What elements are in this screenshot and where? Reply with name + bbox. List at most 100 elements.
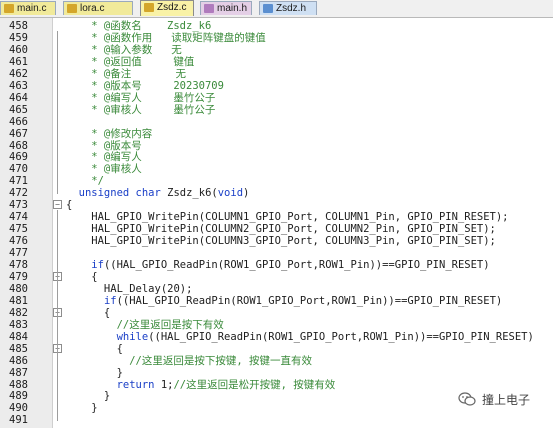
code-text: * @返回值 键值 — [66, 56, 194, 68]
code-line: 471 */ — [0, 175, 553, 187]
code-line: 484 while((HAL_GPIO_ReadPin(ROW1_GPIO_Po… — [0, 331, 553, 343]
code-token: HAL_GPIO_WritePin(COLUMN3_GPIO_Port, COL… — [66, 235, 496, 248]
code-line: 483 //这里返回是按下有效 — [0, 319, 553, 331]
watermark: 撞上电子 — [458, 390, 550, 410]
code-text: } — [66, 390, 110, 402]
code-token: } — [66, 366, 123, 379]
code-editor[interactable]: 458 * @函数名 Zsdz_k6 459 * @函数作用 读取矩阵键盘的键值 4… — [0, 18, 553, 428]
code-text: * @编写人 墨竹公子 — [66, 92, 215, 104]
line-number: 486 — [9, 354, 28, 367]
file-tab-4[interactable]: Zsdz.h — [259, 1, 317, 15]
line-number: 481 — [9, 294, 28, 307]
comment: * @函数作用 读取矩阵键盘的键值 — [66, 31, 266, 44]
fold-toggle-icon[interactable]: − — [53, 200, 62, 210]
comment: */ — [66, 175, 104, 188]
file-tab-label: Zsdz.h — [276, 3, 307, 14]
line-number: 463 — [9, 79, 28, 92]
code-line: 472 unsigned char Zsdz_k6(void) — [0, 187, 553, 199]
keyword: while — [116, 330, 149, 343]
code-text: * @版本号 20230709 — [66, 80, 224, 92]
code-token: { — [66, 342, 123, 355]
file-tab-0[interactable]: main.c — [0, 1, 56, 15]
code-line: 460 * @输入参数 无 — [0, 44, 553, 56]
code-text: HAL_GPIO_WritePin(COLUMN3_GPIO_Port, COL… — [66, 235, 496, 247]
code-text: unsigned char Zsdz_k6(void) — [66, 187, 250, 200]
line-number: 477 — [9, 247, 28, 260]
code-token: } — [66, 402, 98, 415]
code-text: */ — [66, 175, 104, 187]
comment: * @返回值 键值 — [66, 55, 195, 68]
code-text: * @编写人 — [66, 151, 142, 164]
line-number: 467 — [9, 127, 28, 140]
watermark-text: 撞上电子 — [482, 393, 531, 407]
code-token: HAL_GPIO_WritePin(COLUMN2_GPIO_Port, COL… — [66, 223, 496, 236]
line-number: 484 — [9, 330, 28, 343]
line-number: 488 — [9, 378, 28, 391]
code-text: //这里返回是按下有效 — [66, 319, 224, 331]
line-number: 485 — [9, 342, 28, 355]
keyword: return — [116, 378, 155, 391]
code-text: { — [66, 199, 72, 211]
line-number: 490 — [9, 402, 28, 415]
comment: //这里返回是按下有效 — [66, 318, 224, 331]
comment: * @输入参数 无 — [66, 43, 182, 56]
code-token: } — [66, 390, 111, 403]
file-tab-label: Zsdz.c — [157, 2, 187, 13]
code-line: 473 −{ — [0, 199, 553, 211]
line-number: 479 — [9, 270, 28, 283]
code-line: 464 * @编写人 墨竹公子 — [0, 92, 553, 104]
line-number: 468 — [9, 139, 28, 152]
code-line: 474 HAL_GPIO_WritePin(COLUMN1_GPIO_Port,… — [0, 211, 553, 223]
code-line: 477 — [0, 247, 553, 259]
code-token: { — [66, 306, 111, 319]
code-line: 459 * @函数作用 读取矩阵键盘的键值 — [0, 32, 553, 44]
code-text: { — [66, 271, 97, 283]
line-number: 475 — [9, 223, 28, 236]
code-token: HAL_GPIO_WritePin(COLUMN1_GPIO_Port, COL… — [66, 211, 509, 224]
comment: * @审核人 — [66, 163, 142, 176]
keyword: if — [91, 259, 104, 271]
line-number: 466 — [9, 115, 28, 128]
file-icon — [144, 3, 154, 12]
code-line: 468 * @版本号 — [0, 140, 553, 152]
comment: * @编写人 — [66, 151, 142, 164]
line-number: 478 — [9, 259, 28, 271]
code-text: * @输入参数 无 — [66, 43, 182, 56]
line-number: 465 — [9, 103, 28, 116]
code-line: 486 //这里返回是按下按键, 按键一直有效 — [0, 355, 553, 367]
line-number: 471 — [9, 175, 28, 188]
code-line: 475 HAL_GPIO_WritePin(COLUMN2_GPIO_Port,… — [0, 223, 553, 235]
code-text: //这里返回是按下按键, 按键一直有效 — [66, 355, 312, 367]
code-line: 467 * @修改内容 — [0, 128, 553, 140]
file-tab-bar: main.c lora.c Zsdz.c main.h Zsdz.h — [0, 0, 553, 18]
code-token: 1; — [154, 378, 174, 391]
fold-guide — [57, 31, 58, 195]
line-number: 480 — [9, 282, 28, 295]
comment: * @函数名 Zsdz_k6 — [66, 20, 212, 32]
file-tab-3[interactable]: main.h — [200, 1, 252, 15]
code-line: 466 — [0, 116, 553, 128]
code-line: 481 if((HAL_GPIO_ReadPin(ROW1_GPIO_Port,… — [0, 295, 553, 307]
line-number: 460 — [9, 43, 28, 56]
file-tab-2[interactable]: Zsdz.c — [140, 0, 194, 16]
line-number: 470 — [9, 163, 28, 176]
line-number: 464 — [9, 91, 28, 104]
code-text: * @审核人 墨竹公子 — [66, 104, 215, 116]
code-token: ((HAL_GPIO_ReadPin(ROW1_GPIO_Port,ROW1_P… — [116, 294, 503, 307]
code-line: 470 * @审核人 — [0, 163, 553, 175]
code-text: return 1;//这里返回是松开按键, 按键有效 — [66, 378, 336, 391]
comment: * @版本号 20230709 — [66, 79, 224, 92]
code-line: 491 — [0, 414, 553, 426]
line-number: 491 — [9, 414, 28, 427]
code-text: * @函数作用 读取矩阵键盘的键值 — [66, 31, 266, 44]
code-text: * @版本号 — [66, 140, 141, 152]
file-tab-1[interactable]: lora.c — [63, 1, 133, 15]
line-number: 489 — [9, 390, 28, 403]
keyword: unsigned char — [66, 187, 161, 200]
line-number: 476 — [9, 235, 28, 248]
line-number: 482 — [9, 306, 28, 319]
